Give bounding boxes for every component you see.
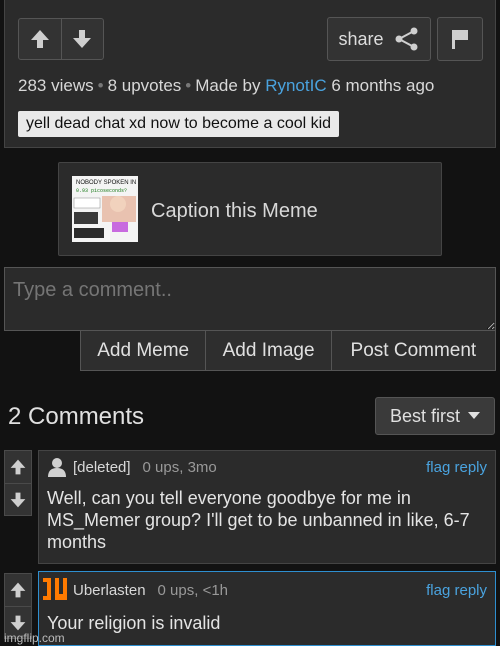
upvote-count: 8 upvotes: [107, 76, 182, 95]
flag-comment-link[interactable]: flag: [426, 582, 450, 599]
comment-vote-column: [4, 450, 32, 516]
comment-item-highlighted: Uberlasten 0 ups, <1h flag reply Your rel…: [38, 571, 496, 646]
arrow-down-icon: [73, 30, 92, 48]
comment-username[interactable]: [deleted]: [73, 459, 131, 476]
arrow-down-icon: [10, 492, 26, 507]
comment-header: Uberlasten 0 ups, <1h: [73, 582, 228, 599]
separator-dot: •: [97, 76, 104, 95]
comment-vote-column: [4, 573, 32, 639]
comment-username[interactable]: Uberlasten: [73, 582, 146, 599]
comment-actions: Add Meme Add Image Post Comment: [80, 331, 496, 371]
add-meme-button[interactable]: Add Meme: [81, 331, 207, 370]
post-meta: 283 views • 8 upvotes • Made by RynotIC 6 mo…: [18, 76, 434, 96]
comment-header: [deleted] 0 ups, 3mo: [73, 459, 217, 476]
share-icon: [395, 27, 418, 51]
downvote-button[interactable]: [60, 19, 103, 59]
comment-sort-select[interactable]: Best first: [375, 397, 495, 435]
caret-down-icon: [468, 412, 480, 419]
post-tag[interactable]: yell dead chat xd now to become a cool k…: [18, 111, 340, 137]
uberlasten-avatar-icon: [43, 578, 67, 600]
sort-selected-label: Best first: [389, 405, 460, 426]
flag-post-button[interactable]: [437, 17, 483, 61]
arrow-up-icon: [10, 459, 26, 475]
comment-input[interactable]: [4, 267, 496, 331]
thumb-line-1: NOBODY SPOKEN IN: [76, 180, 136, 186]
reply-link[interactable]: reply: [454, 582, 487, 599]
arrow-up-icon: [10, 582, 26, 598]
made-by-label: Made by: [195, 76, 261, 95]
comment-upvote-button[interactable]: [5, 451, 31, 483]
meme-thumbnail: NOBODY SPOKEN IN 0.93 picoseconds?: [72, 176, 138, 242]
meme-thumbnail-image: NOBODY SPOKEN IN 0.93 picoseconds?: [72, 176, 138, 242]
arrow-down-icon: [10, 615, 26, 630]
comment-downvote-button[interactable]: [5, 483, 31, 515]
reply-link[interactable]: reply: [454, 459, 487, 476]
share-button[interactable]: share: [327, 17, 431, 61]
thumb-line-2: 0.93 picoseconds?: [76, 188, 127, 194]
comment-links: flag reply: [426, 459, 487, 476]
share-label: share: [338, 28, 384, 49]
add-image-button[interactable]: Add Image: [206, 331, 332, 370]
flag-comment-link[interactable]: flag: [426, 459, 450, 476]
comment-meta: 0 ups, 3mo: [142, 459, 217, 476]
comment-body: Well, can you tell everyone goodbye for …: [47, 488, 470, 552]
comments-count-heading: 2 Comments: [8, 403, 145, 430]
comment-item: [deleted] 0 ups, 3mo flag reply Well, can…: [38, 450, 496, 564]
upvote-button[interactable]: [19, 19, 61, 59]
post-vote-group: [18, 18, 104, 60]
comment-links: flag reply: [426, 582, 487, 599]
arrow-up-icon: [30, 30, 49, 48]
comment-upvote-button[interactable]: [5, 574, 31, 606]
post-time: 6 months ago: [331, 76, 435, 95]
caption-label: Caption this Meme: [151, 200, 318, 222]
default-avatar-icon: [48, 458, 66, 477]
post-comment-button[interactable]: Post Comment: [332, 331, 495, 370]
view-count: 283 views: [18, 76, 94, 95]
imgflip-watermark: imgflip.com: [4, 631, 65, 645]
comment-body: Your religion is invalid: [47, 613, 221, 633]
author-link[interactable]: RynotIC: [265, 76, 326, 95]
separator-dot: •: [185, 76, 192, 95]
comment-meta: 0 ups, <1h: [157, 582, 229, 599]
flag-icon: [452, 30, 468, 49]
caption-this-meme-button[interactable]: NOBODY SPOKEN IN 0.93 picoseconds? Capti…: [58, 162, 442, 256]
